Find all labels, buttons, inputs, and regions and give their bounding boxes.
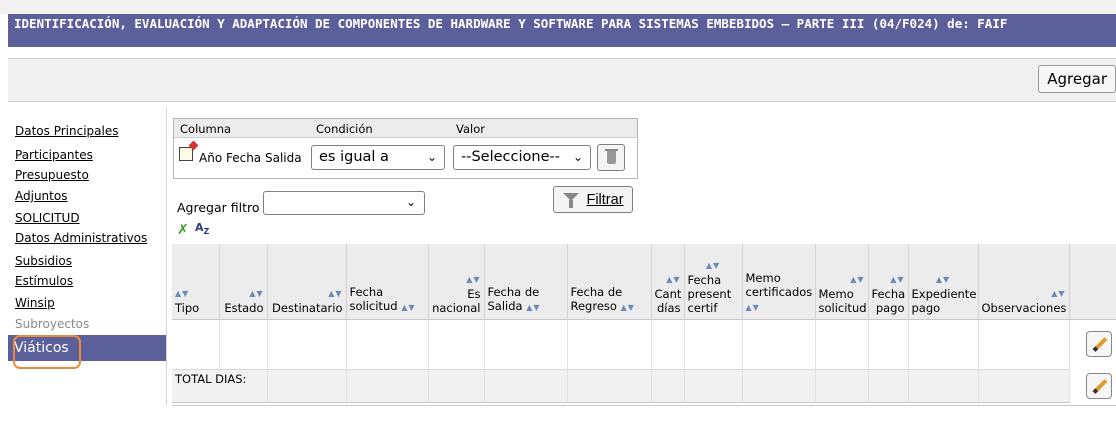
funnel-icon <box>563 193 579 208</box>
sort-az-icon[interactable]: AZ <box>195 221 209 239</box>
sidebar-divider <box>166 108 167 405</box>
filter-column-name: Año Fecha Salida <box>199 151 302 165</box>
filter-condition-header: Condición <box>316 122 373 136</box>
condition-select[interactable]: es igual a ⌄ <box>311 145 445 170</box>
col-header-memo-solicitud[interactable]: ▲▼ Memo solicitud <box>815 244 869 320</box>
pencil-icon <box>1092 379 1108 394</box>
agregar-button[interactable]: Agregar <box>1038 65 1116 93</box>
sidebar-item-datos-principales[interactable]: Datos Principales <box>8 123 118 139</box>
col-header-es-nacional[interactable]: ▲▼ Es nacional <box>428 244 485 320</box>
sidebar-item-solicitud[interactable]: SOLICITUD <box>8 210 80 226</box>
table-header-row: ▲▼ Tipo ▲▼ Estado ▲▼ Destinatario Fecha sol… <box>172 244 1116 320</box>
toolbar: Agregar <box>8 58 1116 102</box>
col-header-fecha-pago[interactable]: ▲▼ Fecha pago <box>868 244 909 320</box>
col-header-estado[interactable]: ▲▼ Estado <box>219 244 268 320</box>
sidebar-item-subroyectos: Subroyectos <box>15 317 90 331</box>
col-header-memo-certificados[interactable]: Memo certificados ▲▼ <box>742 244 816 320</box>
chevron-down-icon: ⌄ <box>405 195 416 209</box>
delete-filter-button[interactable] <box>597 144 625 171</box>
value-select-value: --Seleccione-- <box>461 149 560 165</box>
pencil-icon <box>1092 337 1108 352</box>
viaticos-table: ▲▼ Tipo ▲▼ Estado ▲▼ Destinatario Fecha sol… <box>172 244 1116 403</box>
sidebar-item-subsidios[interactable]: Subsidios <box>8 253 72 269</box>
value-select[interactable]: --Seleccione-- ⌄ <box>453 145 591 170</box>
total-row: TOTAL DIAS: <box>172 368 1116 403</box>
chevron-down-icon: ⌄ <box>572 150 583 164</box>
export-excel-icon[interactable]: ✗ <box>177 223 189 237</box>
col-header-destinatario[interactable]: ▲▼ Destinatario <box>267 244 347 320</box>
condition-select-value: es igual a <box>319 149 389 165</box>
col-header-tipo[interactable]: ▲▼ Tipo <box>172 244 220 320</box>
filter-header: Columna Condición Valor <box>174 119 637 138</box>
filtrar-label: Filtrar <box>586 192 624 208</box>
filtrar-button[interactable]: Filtrar <box>553 186 633 213</box>
chevron-down-icon: ⌄ <box>426 150 437 164</box>
col-header-fecha-regreso[interactable]: Fecha de Regreso ▲▼ <box>567 244 652 320</box>
top-strip <box>0 0 1116 14</box>
page-title: IDENTIFICACIÓN, EVALUACIÓN Y ADAPTACIÓN … <box>8 14 1116 47</box>
selection-highlight <box>13 335 81 369</box>
sidebar-item-participantes[interactable]: Participantes <box>8 147 93 163</box>
col-header-observaciones[interactable]: ▲▼ Observaciones <box>978 244 1070 320</box>
col-header-fecha-solicitud[interactable]: Fecha solicitud ▲▼ <box>346 244 429 320</box>
sidebar-item-estimulos[interactable]: Estímulos <box>8 273 73 289</box>
sidebar-item-winsip[interactable]: Winsip <box>8 295 55 311</box>
filter-value-header: Valor <box>456 122 485 136</box>
edit-filter-icon[interactable] <box>179 147 193 161</box>
edit-row-button[interactable] <box>1086 331 1112 357</box>
total-dias-label: TOTAL DIAS: <box>172 368 268 403</box>
col-header-fecha-present-certif[interactable]: ▲▼ Fecha present certif <box>684 244 743 320</box>
filter-column-header: Columna <box>180 122 232 136</box>
sidebar-item-datos-administrativos[interactable]: Datos Administrativos <box>8 230 147 246</box>
table-bottom-border <box>172 405 1116 406</box>
add-filter-label: Agregar filtro <box>177 200 260 215</box>
filter-row: Año Fecha Salida es igual a ⌄ --Seleccio… <box>174 138 637 178</box>
add-filter-select[interactable]: ⌄ <box>263 191 425 215</box>
edit-total-button[interactable] <box>1086 373 1112 399</box>
table-row <box>172 319 1116 369</box>
col-header-cant-dias[interactable]: ▲▼ Cant días <box>651 244 685 320</box>
col-header-actions <box>1069 244 1116 320</box>
col-header-expediente-pago[interactable]: ▲▼ Expediente pago <box>908 244 979 320</box>
col-header-fecha-salida[interactable]: Fecha de Salida ▲▼ <box>484 244 568 320</box>
sidebar-item-presupuesto[interactable]: Presupuesto <box>8 167 89 183</box>
sidebar-item-adjuntos[interactable]: Adjuntos <box>8 188 67 204</box>
filter-panel: Columna Condición Valor Año Fecha Salida… <box>173 118 638 179</box>
